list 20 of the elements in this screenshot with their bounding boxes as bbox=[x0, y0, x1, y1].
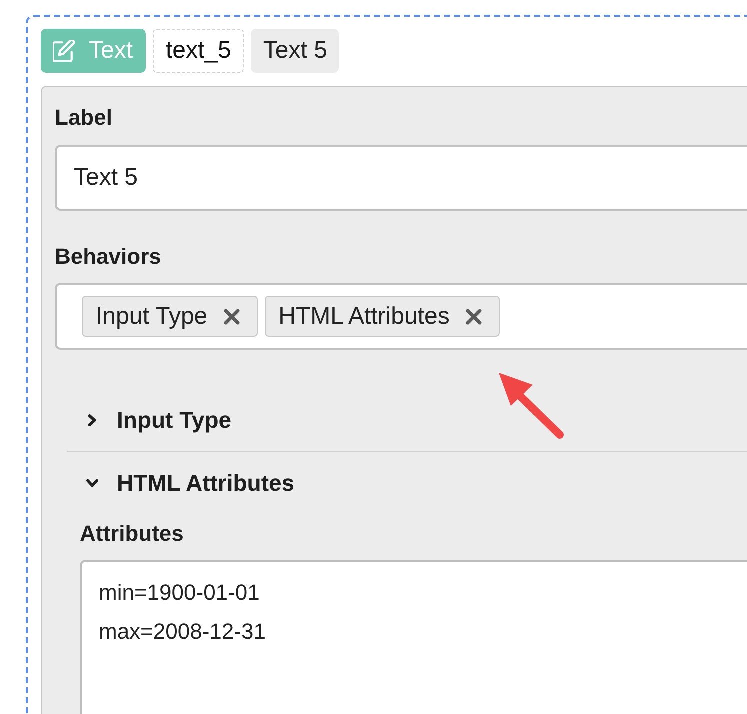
label-chip: Text 5 bbox=[251, 29, 340, 73]
field-label: Behaviors bbox=[55, 243, 162, 270]
chevron-right-icon bbox=[88, 414, 97, 426]
edit-icon bbox=[53, 40, 75, 62]
pointer-arrow bbox=[499, 373, 565, 439]
attributes-textarea[interactable]: min=1900-01-01 max=2008-12-31 bbox=[80, 560, 747, 714]
section-header[interactable]: HTML Attributes bbox=[67, 452, 295, 514]
key-field[interactable]: text_5 bbox=[153, 29, 244, 73]
label-input[interactable]: Text 5 bbox=[55, 145, 747, 211]
remove-icon[interactable] bbox=[466, 308, 482, 324]
field-label: Attributes bbox=[80, 520, 184, 547]
tag-label: HTML Attributes bbox=[278, 302, 450, 330]
behaviors-field[interactable]: Input Type HTML Attributes bbox=[55, 283, 747, 350]
section-header[interactable]: Input Type bbox=[67, 389, 232, 451]
tag-label: Input Type bbox=[96, 302, 208, 330]
remove-icon[interactable] bbox=[224, 308, 240, 324]
chevron-down-icon bbox=[86, 478, 99, 488]
behavior-tag[interactable]: Input Type bbox=[82, 296, 258, 337]
field-label: Label bbox=[55, 104, 112, 131]
behavior-tag[interactable]: HTML Attributes bbox=[264, 296, 500, 337]
